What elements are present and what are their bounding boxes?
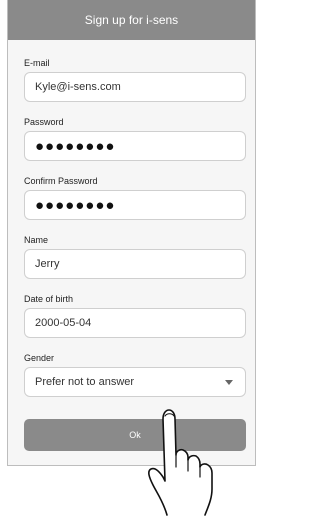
gender-select[interactable]: Prefer not to answer — [24, 367, 246, 397]
gender-value: Prefer not to answer — [35, 376, 135, 388]
name-label: Name — [24, 235, 49, 245]
email-field[interactable]: Kyle@i-sens.com — [24, 72, 246, 102]
gender-label: Gender — [24, 353, 55, 363]
dob-label: Date of birth — [24, 294, 74, 304]
confirm-password-field[interactable]: ●●●●●●●● — [24, 190, 246, 220]
hand-pointer-icon — [148, 409, 213, 516]
page-title: Sign up for i-sens — [84, 13, 179, 27]
password-label: Password — [24, 117, 64, 127]
name-field[interactable]: Jerry — [24, 249, 246, 279]
header-bar: Sign up for i-sens — [8, 0, 255, 40]
chevron-down-icon — [225, 380, 233, 385]
confirm-password-label: Confirm Password — [24, 176, 98, 186]
ok-button-label: Ok — [129, 430, 141, 440]
password-field[interactable]: ●●●●●●●● — [24, 131, 246, 161]
dob-field[interactable]: 2000-05-04 — [24, 308, 246, 338]
email-label: E-mail — [24, 58, 50, 68]
